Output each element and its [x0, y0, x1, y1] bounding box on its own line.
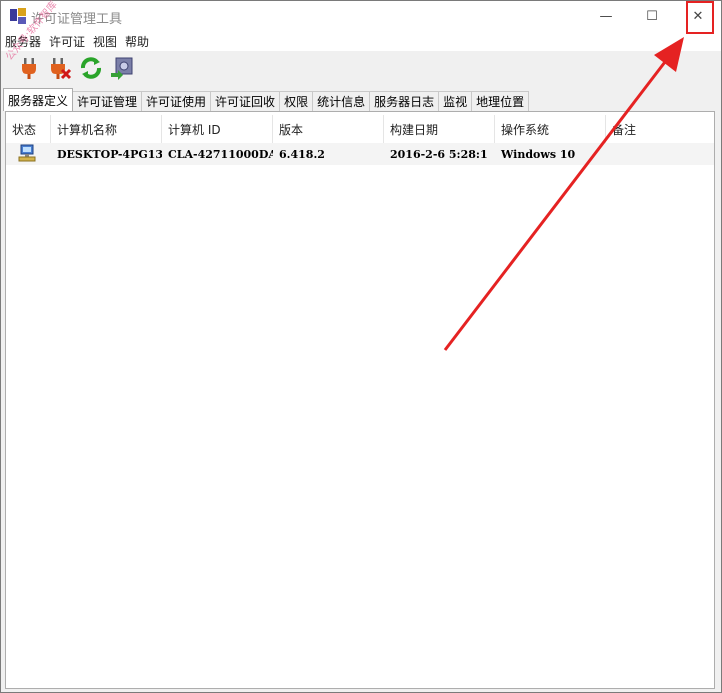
version-cell: 6.418.2 — [279, 147, 325, 161]
menu-help[interactable]: 帮助 — [121, 33, 153, 50]
column-header-os[interactable]: 操作系统 — [495, 115, 606, 143]
note-cell — [606, 143, 714, 165]
refresh-icon — [79, 56, 103, 83]
maximize-button[interactable]: ☐ — [629, 1, 675, 31]
column-header-version[interactable]: 版本 — [273, 115, 384, 143]
menu-license[interactable]: 许可证 — [45, 33, 89, 50]
tab-server-log[interactable]: 服务器日志 — [369, 91, 440, 111]
toolbar — [1, 51, 721, 87]
column-header-status[interactable]: 状态 — [6, 115, 51, 143]
tab-monitor[interactable]: 监视 — [438, 91, 473, 111]
connect-plug-icon — [17, 56, 41, 83]
server-list[interactable]: 状态 计算机名称 计算机 ID 版本 构建日期 操作系统 备注 DESKTOP-… — [5, 111, 715, 689]
tab-server-definition[interactable]: 服务器定义 — [3, 88, 74, 111]
computer-id-cell: CLA-42711000DA6 — [168, 147, 273, 161]
app-logo-icon — [9, 7, 27, 25]
minimize-icon: — — [599, 8, 613, 24]
close-button-highlight-box — [686, 1, 714, 34]
tab-statistics[interactable]: 统计信息 — [312, 91, 371, 111]
main-window: 许可证管理工具 — ☐ ✕ 服务器 许可证 视图 帮助 服务器定义 许可证管理 … — [0, 0, 722, 693]
column-header-build-date[interactable]: 构建日期 — [384, 115, 495, 143]
column-header-computer-name[interactable]: 计算机名称 — [51, 115, 162, 143]
computer-name-cell: DESKTOP-4PG13UB — [57, 147, 162, 161]
disconnect-button[interactable] — [46, 55, 74, 83]
table-row[interactable]: DESKTOP-4PG13UB CLA-42711000DA6 6.418.2 … — [6, 143, 714, 165]
column-header-computer-id[interactable]: 计算机 ID — [162, 115, 273, 143]
menu-view[interactable]: 视图 — [89, 33, 121, 50]
os-cell: Windows 10 — [501, 147, 576, 161]
tab-strip: 服务器定义 许可证管理 许可证使用 许可证回收 权限 统计信息 服务器日志 监视… — [3, 88, 530, 111]
tab-license-usage[interactable]: 许可证使用 — [141, 91, 212, 111]
build-date-cell: 2016-2-6 5:28:1 — [390, 147, 488, 161]
connect-button[interactable] — [15, 55, 43, 83]
disconnect-plug-icon — [48, 56, 72, 83]
refresh-button[interactable] — [77, 55, 105, 83]
server-export-icon — [110, 56, 134, 83]
status-cell — [6, 143, 51, 165]
menu-bar: 服务器 许可证 视图 帮助 — [1, 31, 721, 51]
minimize-button[interactable]: — — [583, 1, 629, 31]
export-button[interactable] — [108, 55, 136, 83]
tab-license-recovery[interactable]: 许可证回收 — [210, 91, 281, 111]
tab-license-management[interactable]: 许可证管理 — [72, 91, 143, 111]
computer-icon — [18, 144, 36, 165]
tab-geo-location[interactable]: 地理位置 — [471, 91, 530, 111]
title-bar[interactable]: 许可证管理工具 — ☐ ✕ — [1, 1, 721, 31]
tab-permissions[interactable]: 权限 — [279, 91, 314, 111]
column-header-note[interactable]: 备注 — [606, 115, 714, 143]
list-header: 状态 计算机名称 计算机 ID 版本 构建日期 操作系统 备注 — [6, 115, 714, 143]
maximize-icon: ☐ — [646, 8, 658, 24]
